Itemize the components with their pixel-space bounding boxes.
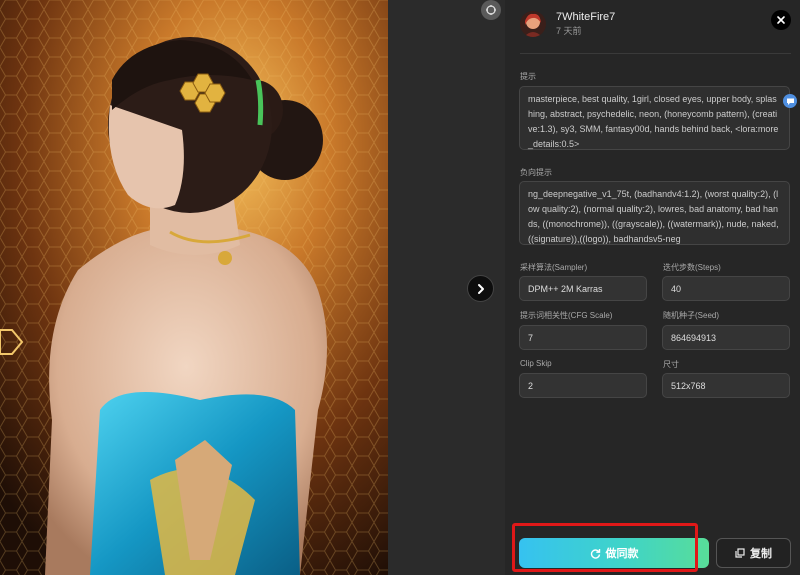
cfg-value[interactable]: 7: [519, 325, 647, 350]
expand-icon: [486, 5, 496, 15]
chat-icon[interactable]: [783, 94, 797, 108]
negative-prompt-label: 负向提示: [520, 168, 552, 177]
next-image-button[interactable]: [467, 275, 494, 302]
close-button[interactable]: [771, 10, 791, 30]
copy-icon: [735, 548, 745, 558]
artwork-image[interactable]: [0, 0, 388, 575]
details-panel: 7WhiteFire7 7 天前 提示 masterpiece, best qu…: [505, 0, 800, 575]
expand-button[interactable]: [481, 0, 501, 20]
chevron-right-icon: [477, 283, 484, 294]
copy-button[interactable]: 复制: [716, 538, 791, 568]
post-time: 7 天前: [556, 26, 582, 36]
image-detail-modal: 7WhiteFire7 7 天前 提示 masterpiece, best qu…: [0, 0, 800, 575]
make-same-label: 做同款: [605, 548, 639, 560]
size-label: 尺寸: [663, 360, 679, 369]
seed-value[interactable]: 864694913: [662, 325, 790, 350]
sampler-value[interactable]: DPM++ 2M Karras: [519, 276, 647, 301]
author-name[interactable]: 7WhiteFire7: [556, 10, 615, 24]
negative-prompt-text[interactable]: ng_deepnegative_v1_75t, (badhandv4:1.2),…: [519, 181, 790, 245]
cfg-label: 提示词相关性(CFG Scale): [520, 311, 613, 320]
divider: [520, 53, 791, 54]
make-same-button[interactable]: 做同款: [519, 538, 709, 568]
seed-label: 随机种子(Seed): [663, 311, 720, 320]
copy-label: 复制: [750, 548, 772, 560]
clip-skip-value[interactable]: 2: [519, 373, 647, 398]
size-value[interactable]: 512x768: [662, 373, 790, 398]
sampler-label: 采样算法(Sampler): [520, 263, 588, 272]
author-info[interactable]: 7WhiteFire7 7 天前: [520, 10, 615, 38]
steps-label: 迭代步数(Steps): [663, 263, 721, 272]
prompt-text[interactable]: masterpiece, best quality, 1girl, closed…: [519, 86, 790, 150]
steps-value[interactable]: 40: [662, 276, 790, 301]
close-icon: [777, 16, 785, 24]
image-viewer: [0, 0, 505, 575]
refresh-icon: [590, 548, 601, 559]
prompt-label: 提示: [520, 72, 536, 81]
avatar[interactable]: [520, 11, 546, 37]
clip-skip-label: Clip Skip: [520, 359, 552, 368]
